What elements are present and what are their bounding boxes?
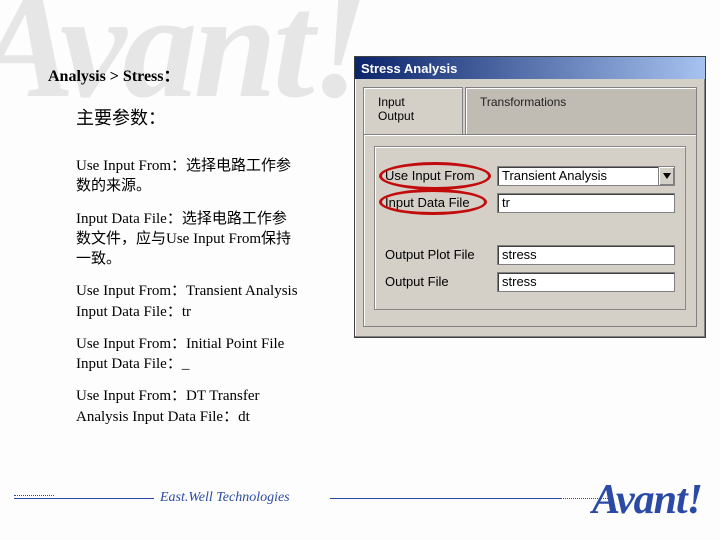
output-plot-file-field[interactable]: stress — [497, 245, 675, 265]
field-group: Use Input From Transient Analysis Input … — [374, 146, 686, 310]
tab-transformations[interactable]: Transformations — [465, 87, 697, 134]
label-input-data-file: Input Data File — [385, 195, 497, 210]
row-input-data-file: Input Data File tr — [385, 193, 675, 213]
tab2-label: Transformations — [480, 95, 566, 109]
dialog-title: Stress Analysis — [361, 61, 457, 76]
input-data-file-field[interactable]: tr — [497, 193, 675, 213]
chevron-down-icon — [663, 173, 671, 179]
breadcrumb: Analysis > Stress： — [48, 62, 180, 86]
label-output-plot-file: Output Plot File — [385, 247, 497, 262]
dialog-titlebar[interactable]: Stress Analysis — [355, 57, 705, 79]
p4-line1: Use Input From：Initial Point File — [76, 336, 284, 352]
p3-line2: Input Data File：tr — [76, 304, 191, 320]
p2-line2: 数文件，应与Use Input From保持 — [76, 231, 291, 247]
p5-line1: Use Input From：DT Transfer — [76, 388, 259, 404]
footer-company: East.Well Technologies — [160, 490, 290, 506]
select-use-input-from[interactable]: Transient Analysis — [497, 166, 675, 186]
subtitle: 主要参数： — [76, 104, 166, 130]
tabs: Input Output Transformations — [363, 87, 697, 134]
p2-line1: Input Data File：选择电路工作参 — [76, 211, 287, 227]
p3-line1: Use Input From：Transient Analysis — [76, 283, 298, 299]
footer-line-left — [14, 498, 154, 499]
label-output-file: Output File — [385, 274, 497, 289]
p1-line2: 数的来源。 — [76, 178, 151, 194]
select-value: Transient Analysis — [502, 168, 607, 183]
tab1-line1: Input — [378, 95, 405, 109]
input-value: stress — [502, 247, 537, 262]
p4-line2: Input Data File：_ — [76, 356, 189, 372]
output-file-field[interactable]: stress — [497, 272, 675, 292]
row-use-input-from: Use Input From Transient Analysis — [385, 166, 675, 186]
p2-line3: 一致。 — [76, 251, 121, 267]
row-output-file: Output File stress — [385, 272, 675, 292]
p5-line2: Analysis Input Data File：dt — [76, 409, 250, 425]
slide: Analysis > Stress： 主要参数： Use Input From：… — [0, 0, 720, 540]
body-text: Use Input From：选择电路工作参 数的来源。 Input Data … — [76, 156, 336, 439]
footer-line-right — [330, 498, 560, 499]
row-output-plot-file: Output Plot File stress — [385, 245, 675, 265]
panel: Use Input From Transient Analysis Input … — [363, 134, 697, 327]
input-value: tr — [502, 195, 510, 210]
input-value: stress — [502, 274, 537, 289]
stress-analysis-dialog: Stress Analysis Input Output Transformat… — [354, 56, 706, 338]
label-use-input-from: Use Input From — [385, 168, 497, 183]
tab1-line2: Output — [378, 109, 414, 123]
avant-logo: Avant! — [592, 476, 702, 524]
dropdown-button[interactable] — [658, 167, 674, 185]
tab-input-output[interactable]: Input Output — [363, 87, 463, 134]
p1-line1: Use Input From：选择电路工作参 — [76, 158, 291, 174]
